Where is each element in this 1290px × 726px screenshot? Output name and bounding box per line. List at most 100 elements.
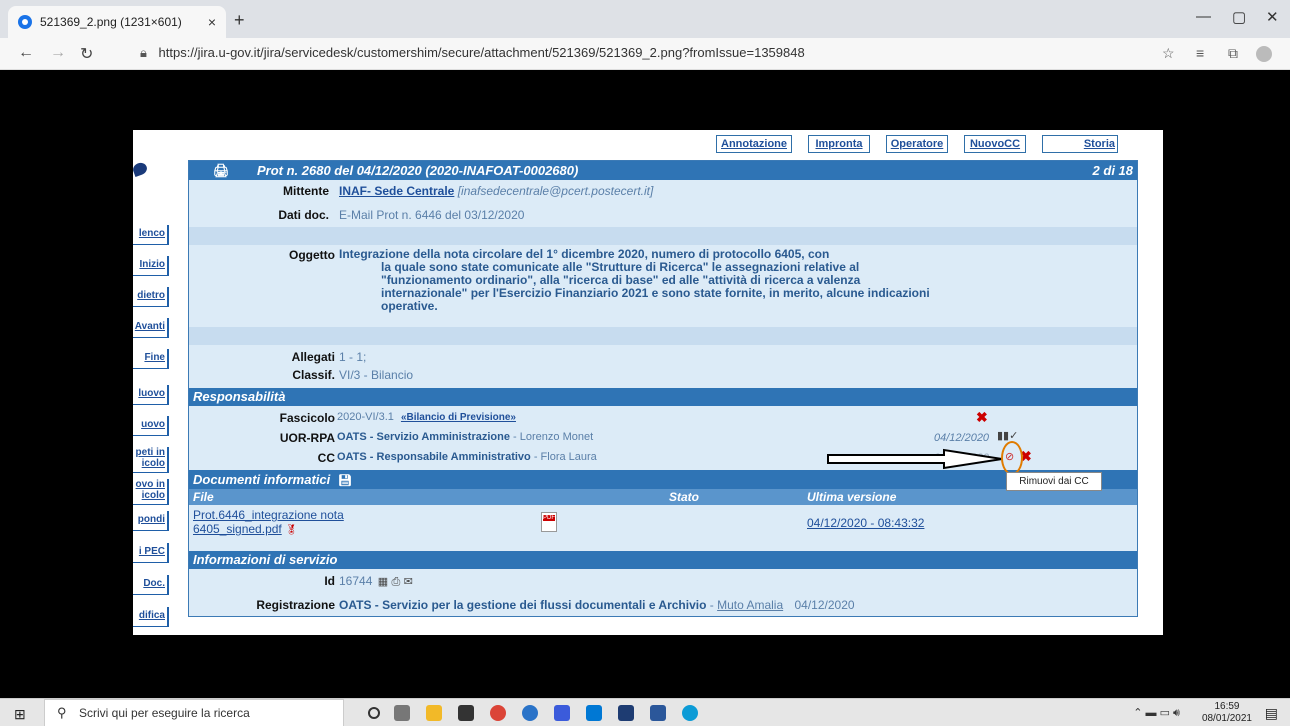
teams-icon[interactable] — [618, 705, 634, 721]
close-window-button[interactable]: ✕ — [1266, 8, 1279, 26]
search-icon: ⚲ — [57, 705, 67, 720]
minimize-button[interactable]: — — [1196, 8, 1211, 25]
file-link[interactable]: Prot.6446_integrazione nota 6405_signed.… — [193, 508, 344, 538]
chrome-icon[interactable] — [490, 705, 506, 721]
favorites-list-icon[interactable]: ≡ — [1196, 45, 1204, 61]
nav-indietro[interactable]: dietro — [133, 287, 169, 307]
system-tray[interactable]: ⌃ ▬ ▭ 🔊︎ — [1133, 706, 1180, 720]
cortana-icon[interactable] — [368, 707, 380, 719]
nav-pec[interactable]: i PEC — [133, 543, 169, 563]
url-text: https://jira.u-gov.it/jira/servicedesk/c… — [158, 45, 805, 60]
cc-label: CC — [317, 451, 335, 465]
reload-icon[interactable]: ↻ — [80, 44, 93, 64]
annotation-circle — [1001, 441, 1023, 475]
clock[interactable]: 16:59 08/01/2021 — [1202, 701, 1252, 725]
nav-nuovo-2[interactable]: uovo — [133, 416, 169, 436]
allegati-value: 1 - 1; — [339, 350, 367, 364]
back-arrow-icon[interactable]: ← — [18, 44, 34, 62]
task-view-icon[interactable] — [394, 705, 410, 721]
uor-rpa-label: UOR-RPA — [279, 431, 335, 445]
lock-icon: 🔒︎ — [140, 45, 147, 60]
nav-rispondi[interactable]: pondi — [133, 511, 169, 531]
mittente-link[interactable]: INAF- Sede Centrale — [339, 184, 454, 198]
id-label: Id — [324, 574, 335, 588]
annotation-arrow — [827, 448, 1003, 470]
servizio-header: Informazioni di servizio — [189, 551, 1137, 569]
version-date-link[interactable]: 04/12/2020 - 08:43:32 — [807, 516, 924, 530]
store-icon[interactable] — [458, 705, 474, 721]
cc-value: OATS - Responsabile Amministrativo - Flo… — [337, 451, 597, 463]
edge-icon[interactable] — [682, 705, 698, 721]
id-value: 16744 ▦ ⎙ ✉ — [339, 574, 413, 588]
pdf-icon[interactable]: PDF — [541, 512, 557, 532]
browser-tab-bar: 521369_2.png (1231×601) × + — ▢ ✕ — [0, 0, 1290, 38]
favorite-star-icon[interactable]: ☆ — [1162, 45, 1175, 62]
record-header: 🖨︎ Prot n. 2680 del 04/12/2020 (2020-INA… — [189, 161, 1137, 180]
profile-avatar[interactable] — [1256, 46, 1272, 62]
collections-icon[interactable]: ⧉ — [1228, 45, 1238, 62]
browser-tab[interactable]: 521369_2.png (1231×601) × — [8, 6, 226, 38]
uor-rpa-date: 04/12/2020 — [934, 432, 990, 444]
nav-inseriti-in-fascicolo[interactable]: peti in icolo — [133, 447, 169, 473]
new-tab-button[interactable]: + — [234, 10, 245, 31]
mittente-value: INAF- Sede Centrale [inafsedecentrale@pc… — [339, 184, 653, 198]
annotazione-button[interactable]: Annotazione — [716, 135, 792, 153]
remove-fascicolo-icon[interactable]: ✖ — [976, 409, 988, 426]
forward-arrow-icon[interactable]: → — [50, 44, 66, 62]
nav-doc[interactable]: Doc. — [133, 575, 169, 595]
fascicolo-value: 2020-VI/3.1 «Bilancio di Previsione» — [337, 411, 516, 423]
classif-value: VI/3 - Bilancio — [339, 368, 414, 382]
skype-icon[interactable] — [586, 705, 602, 721]
print-icon[interactable]: ⎙ — [391, 576, 400, 588]
logo-icon — [131, 160, 149, 178]
mittente-email: [inafsedecentrale@pcert.postecert.it] — [457, 184, 654, 198]
classif-label: Classif. — [292, 368, 335, 382]
nav-avanti[interactable]: Avanti — [133, 318, 169, 338]
record-title: Prot n. 2680 del 04/12/2020 (2020-INAFOA… — [257, 163, 579, 178]
documenti-columns: File Stato Ultima versione — [189, 489, 1137, 505]
nav-nuovo-1[interactable]: luovo — [133, 385, 169, 405]
tab-close-icon[interactable]: × — [208, 14, 216, 30]
col-stato: Stato — [669, 490, 699, 504]
document-page: Annotazione Impronta Operatore NuovoCC S… — [131, 130, 1163, 635]
windows-taskbar: ⊞ ⚲ Scrivi qui per eseguire la ricerca ⌃… — [0, 698, 1290, 726]
nav-modifica[interactable]: difica — [133, 607, 169, 627]
word-icon[interactable] — [650, 705, 666, 721]
maximize-button[interactable]: ▢ — [1232, 8, 1246, 26]
shield-app-icon[interactable] — [554, 705, 570, 721]
registrazione-value: OATS - Servizio per la gestione dei flus… — [339, 598, 855, 612]
responsabilita-header: Responsabilità — [189, 388, 1137, 406]
col-versione: Ultima versione — [807, 490, 897, 504]
uor-rpa-value: OATS - Servizio Amministrazione - Lorenz… — [337, 431, 594, 443]
windows-start-icon[interactable]: ⊞ — [14, 706, 26, 723]
separator-band-2 — [189, 327, 1137, 345]
uor-actions-icon[interactable]: ▮▮✓ — [997, 429, 1018, 442]
save-icon[interactable]: 💾︎ — [338, 475, 352, 487]
fascicolo-link[interactable]: «Bilancio di Previsione» — [401, 412, 516, 423]
impronta-button[interactable]: Impronta — [808, 135, 870, 153]
nuovocc-button[interactable]: NuovoCC — [964, 135, 1026, 153]
document-type-icon: 🖨︎ — [213, 163, 230, 178]
nav-elenco[interactable]: lenco — [133, 225, 169, 245]
nav-inizio[interactable]: Inizio — [133, 256, 169, 276]
url-field[interactable]: 🔒︎ https://jira.u-gov.it/jira/servicedes… — [140, 45, 805, 61]
documenti-header: Documenti informatici 💾︎ — [189, 470, 1137, 489]
nav-fine[interactable]: Fine — [133, 349, 169, 369]
storia-button[interactable]: Storia — [1042, 135, 1118, 153]
oggetto-label: Oggetto — [289, 248, 335, 262]
taskbar-search-input[interactable]: ⚲ Scrivi qui per eseguire la ricerca — [44, 699, 344, 726]
operatore-button[interactable]: Operatore — [886, 135, 948, 153]
mail-icon[interactable]: ✉ — [404, 576, 413, 588]
dati-doc-value: E-Mail Prot n. 6446 del 03/12/2020 — [339, 208, 525, 222]
registrazione-label: Registrazione — [256, 598, 335, 612]
mittente-label: Mittente — [283, 184, 329, 198]
browser-app-icon[interactable] — [522, 705, 538, 721]
nav-nuovo-in-fascicolo[interactable]: ovo in icolo — [133, 479, 169, 505]
record-panel: 🖨︎ Prot n. 2680 del 04/12/2020 (2020-INA… — [188, 160, 1138, 617]
notifications-icon[interactable]: ▤ — [1265, 705, 1278, 722]
qr-code-icon[interactable]: ▦ — [378, 576, 388, 588]
signature-badge-icon: 🏅︎ — [285, 525, 298, 536]
allegati-label: Allegati — [291, 350, 335, 364]
registrazione-person-link[interactable]: Muto Amalia — [717, 598, 783, 612]
file-explorer-icon[interactable] — [426, 705, 442, 721]
